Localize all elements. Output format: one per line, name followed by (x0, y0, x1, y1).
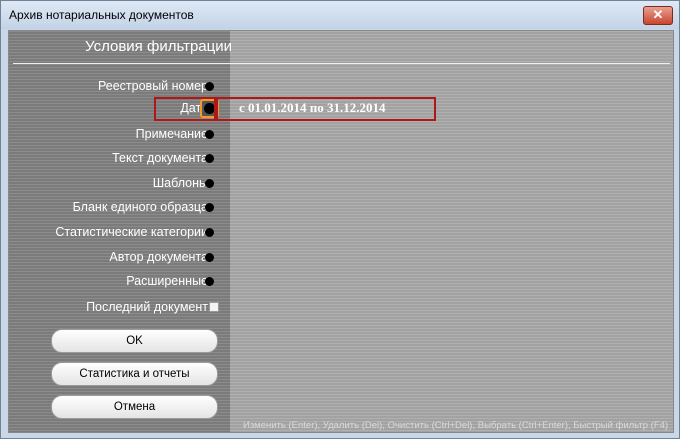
last-document-label: Последний документ (86, 300, 208, 314)
window-title: Архив нотариальных документов (9, 8, 194, 22)
filter-row-advanced[interactable]: Расширенные (9, 272, 230, 292)
title-bar[interactable]: Архив нотариальных документов ✕ (1, 1, 679, 29)
cancel-button[interactable]: Отмена (51, 395, 218, 419)
panel-title: Условия фильтрации (85, 38, 232, 55)
filter-label: Автор документа (109, 250, 208, 264)
window-content: Условия фильтрации Реестровый номер Дата… (8, 30, 674, 433)
filter-row-templates[interactable]: Шаблоны (9, 174, 230, 194)
last-document-row[interactable]: Последний документ (9, 298, 230, 318)
filter-label: Реестровый номер (97, 79, 208, 93)
filter-row-registry-number[interactable]: Реестровый номер (9, 77, 230, 97)
filter-row-document-text[interactable]: Текст документа (9, 149, 230, 169)
filter-bullet-icon[interactable] (205, 179, 214, 188)
filter-row-document-author[interactable]: Автор документа (9, 248, 230, 268)
date-filter-value[interactable]: с 01.01.2014 по 31.12.2014 (239, 100, 386, 116)
filter-bullet-icon[interactable] (205, 253, 214, 262)
ok-button[interactable]: OK (51, 329, 218, 353)
filter-label: Шаблоны (152, 176, 208, 190)
close-button[interactable]: ✕ (643, 6, 673, 25)
filter-row-note[interactable]: Примечание (9, 125, 230, 145)
status-bar-hints: Изменить (Enter), Удалить (Del), Очистит… (243, 420, 669, 431)
filter-label: Текст документа (112, 151, 208, 165)
last-document-checkbox[interactable] (209, 302, 219, 312)
filter-row-uniform-form[interactable]: Бланк единого образца (9, 198, 230, 218)
filter-bullet-icon[interactable] (205, 203, 214, 212)
main-window: Архив нотариальных документов ✕ Условия … (0, 0, 680, 439)
close-icon: ✕ (652, 7, 664, 22)
filter-bullet-icon[interactable] (205, 277, 214, 286)
filter-label: Расширенные (126, 274, 208, 288)
header-divider (13, 63, 670, 64)
filter-panel: Условия фильтрации Реестровый номер Дата… (9, 31, 232, 432)
filter-label: Статистические категории (55, 225, 208, 239)
filter-label: Бланк единого образца (72, 200, 208, 214)
date-label-highlight (154, 97, 218, 121)
filter-label: Примечание (135, 127, 208, 141)
filter-bullet-icon[interactable] (205, 154, 214, 163)
filter-bullet-icon[interactable] (205, 130, 214, 139)
filter-bullet-icon[interactable] (205, 82, 214, 91)
filter-row-statistical-categories[interactable]: Статистические категории (9, 223, 230, 243)
stats-reports-button[interactable]: Статистика и отчеты (51, 362, 218, 386)
filter-bullet-icon[interactable] (205, 228, 214, 237)
